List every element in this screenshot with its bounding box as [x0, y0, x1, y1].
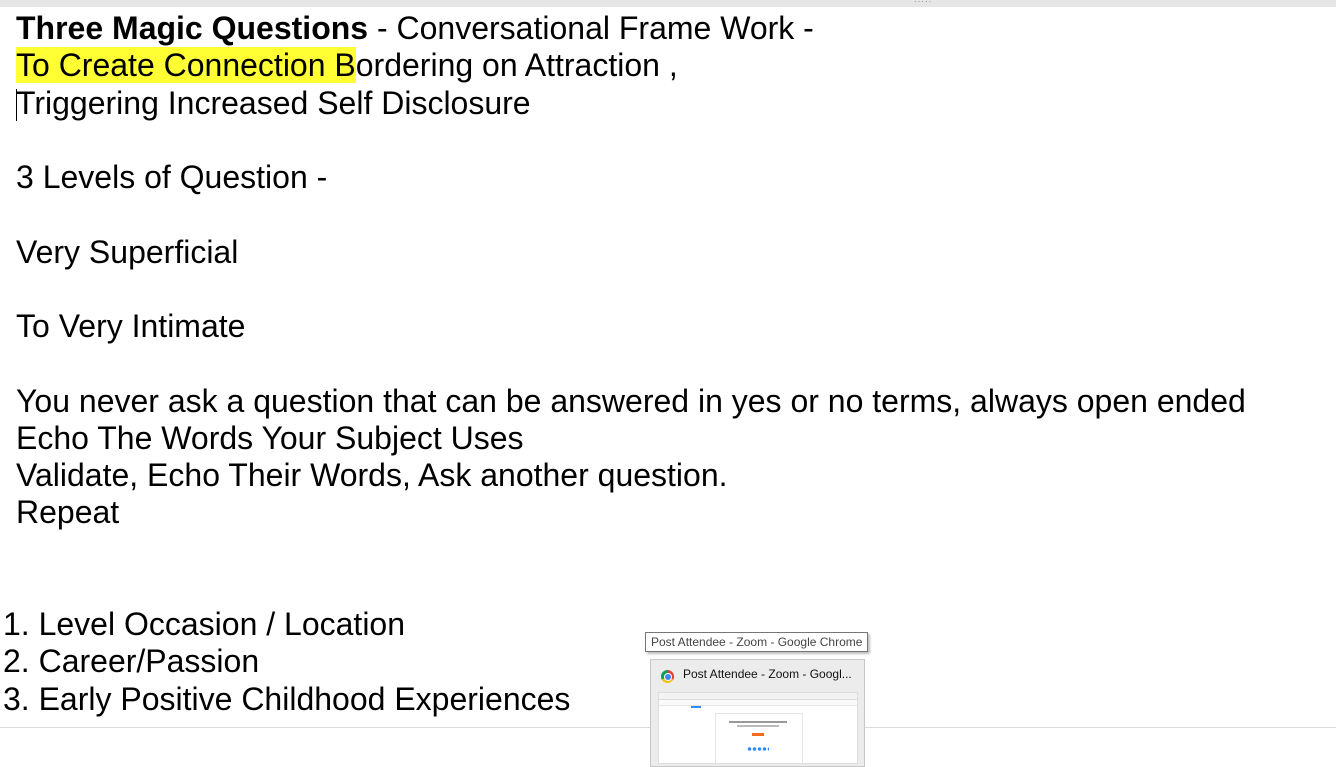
doc-line-4: 3 Levels of Question - — [16, 159, 328, 195]
window-tooltip: Post Attendee - Zoom - Google Chrome — [645, 632, 869, 652]
list-item: 3. Early Positive Childhood Experiences — [3, 681, 571, 717]
preview-text — [737, 725, 779, 727]
highlighted-text: To Create Connection B — [16, 47, 356, 83]
doc-line-10: Repeat — [16, 494, 120, 530]
preview-text — [729, 721, 787, 723]
doc-line-6: To Very Intimate — [16, 308, 246, 344]
taskbar-window-thumbnail[interactable]: Post Attendee - Zoom - Googl... — [650, 659, 865, 767]
doc-line-8: Echo The Words Your Subject Uses — [16, 420, 524, 456]
doc-line-9: Validate, Echo Their Words, Ask another … — [16, 457, 728, 493]
thumbnail-title: Post Attendee - Zoom - Googl... — [683, 667, 852, 681]
list-item: 1. Level Occasion / Location — [3, 606, 406, 642]
document-body[interactable]: Three Magic Questions - Conversational F… — [0, 0, 1336, 727]
list-item: 2. Career/Passion — [3, 643, 260, 679]
doc-line-5: Very Superficial — [16, 234, 239, 270]
window-preview-image[interactable] — [658, 692, 858, 764]
doc-title-line: Three Magic Questions - Conversational F… — [16, 10, 814, 47]
chrome-icon — [661, 670, 674, 683]
preview-button — [752, 733, 764, 736]
preview-tab-bar — [659, 693, 857, 700]
social-icons — [747, 747, 769, 751]
doc-title-rest: - Conversational Frame Work - — [368, 10, 814, 46]
doc-line-3: Triggering Increased Self Disclosure — [16, 85, 531, 121]
preview-address-bar — [659, 700, 857, 706]
doc-line-7: You never ask a question that can be ans… — [16, 383, 1246, 419]
doc-title-bold: Three Magic Questions — [16, 10, 369, 46]
doc-line-2-rest: ordering on Attraction , — [355, 47, 678, 83]
zoom-logo-icon — [691, 706, 701, 708]
doc-line-2: To Create Connection Bordering on Attrac… — [16, 47, 678, 84]
